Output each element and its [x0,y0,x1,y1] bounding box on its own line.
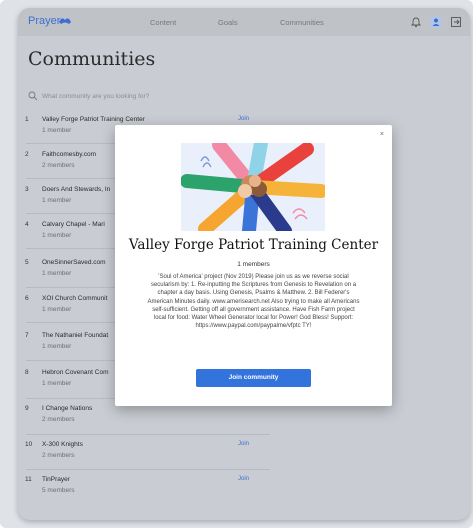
page-title: Communities [28,48,156,70]
list-item-count: 1 member [42,127,72,134]
list-item-index: 3 [25,186,29,193]
community-modal: × Valley Forge Patriot Training Center 1… [115,125,392,406]
brand-logo-text[interactable]: Prayer [28,15,60,27]
bell-icon[interactable] [410,16,422,28]
search-icon [28,91,38,101]
list-item-index: 9 [25,405,29,412]
list-item[interactable]: 9 I Change Nations 2 members [18,404,470,434]
divider [26,434,270,435]
nav-link-goals[interactable]: Goals [218,18,238,27]
list-item-index: 2 [25,151,29,158]
user-avatar-icon[interactable] [430,16,442,28]
modal-member-count: 1 members [237,261,270,268]
list-item-index: 7 [25,332,29,339]
list-item-index: 5 [25,259,29,266]
modal-description: 'Soul of America' project (Nov 2019) Ple… [147,274,360,330]
list-item-count: 2 members [42,452,75,459]
close-icon[interactable]: × [380,131,384,138]
list-item-name[interactable]: X-300 Knights [42,441,83,448]
exit-icon[interactable] [450,16,462,28]
list-item-count: 1 member [42,306,72,313]
join-link[interactable]: Join [238,441,249,447]
list-item-index: 6 [25,295,29,302]
list-item-name[interactable]: OneSinnerSaved.com [42,259,106,266]
join-link[interactable]: Join [238,476,249,482]
list-item-index: 10 [25,441,33,448]
list-item-count: 1 member [42,232,72,239]
list-item-count: 1 member [42,197,72,204]
list-item-index: 1 [25,116,29,123]
list-item-name[interactable]: I Change Nations [42,405,92,412]
hands-logo-icon [59,18,71,24]
top-nav: Prayer Content Goals Communities [18,8,470,36]
list-item[interactable]: 10 X-300 Knights 2 members Join [18,440,470,470]
join-link[interactable]: Join [238,116,249,122]
list-item-index: 4 [25,221,29,228]
list-item-count: 1 member [42,270,72,277]
list-item[interactable]: 11 TinPrayer 5 members Join [18,475,470,505]
list-item-name[interactable]: Valley Forge Patriot Training Center [42,116,145,123]
device-frame: Prayer Content Goals Communities Communi… [0,0,473,528]
list-item-name[interactable]: XOI Church Communit [42,295,107,302]
nav-link-communities[interactable]: Communities [280,18,324,27]
list-item-name[interactable]: Faithcomesby.com [42,151,96,158]
list-item-count: 1 member [42,343,72,350]
list-item-name[interactable]: TinPrayer [42,476,70,483]
list-item-name[interactable]: The Nathaniel Foundat [42,332,108,339]
list-item-count: 5 members [42,487,75,494]
list-item-count: 1 member [42,380,72,387]
divider [26,469,270,470]
search-input[interactable] [42,90,282,102]
list-item-index: 8 [25,369,29,376]
list-item-name[interactable]: Doers And Stewards, In [42,186,110,193]
join-community-button[interactable]: Join community [196,369,311,387]
nav-link-content[interactable]: Content [150,18,176,27]
hands-together-illustration [181,143,325,231]
list-item-index: 11 [25,476,32,483]
list-item-name[interactable]: Hebron Covenant Com [42,369,108,376]
search-bar [28,90,288,104]
list-item-name[interactable]: Calvary Chapel - Mari [42,221,105,228]
list-item-count: 2 members [42,416,75,423]
list-item-count: 2 members [42,162,75,169]
modal-title: Valley Forge Patriot Training Center [128,237,379,253]
